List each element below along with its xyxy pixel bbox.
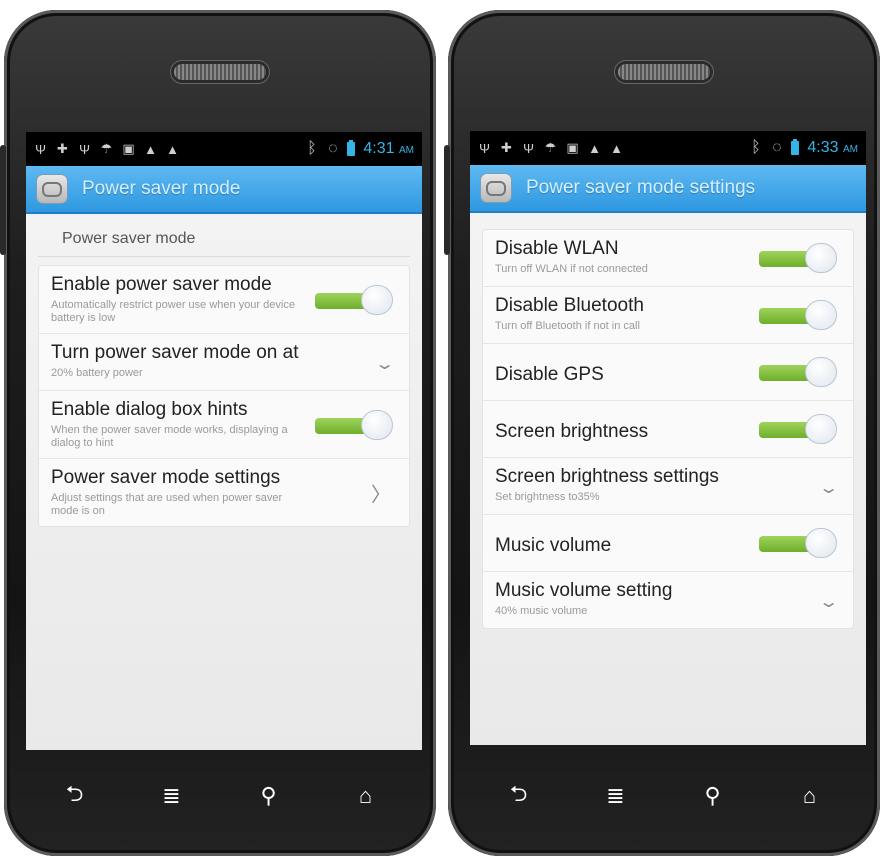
status-bar: Ψ ✚ Ψ ☂ ▣ ▲ ▲ ᛒ ◌ 4:33 AM xyxy=(470,131,866,165)
setting-power-saver-settings[interactable]: Power saver mode settings Adjust setting… xyxy=(39,459,409,526)
setting-summary: Adjust settings that are used when power… xyxy=(51,492,283,517)
usb-icon: Ψ xyxy=(35,141,46,157)
side-button xyxy=(0,145,6,255)
home-icon[interactable]: ⌂ xyxy=(346,783,386,809)
chevron-right-icon[interactable]: 〉 xyxy=(371,478,391,507)
bluetooth-icon: ᛒ xyxy=(307,140,317,157)
menu-icon[interactable]: ≣ xyxy=(596,783,636,809)
action-bar: Power saver mode settings xyxy=(470,165,866,213)
setting-summary: Turn off WLAN if not connected xyxy=(495,263,648,275)
image-icon: ▣ xyxy=(122,141,135,156)
warning-icon: ▲ xyxy=(610,140,623,156)
setting-music-volume[interactable]: Music volume xyxy=(483,515,853,572)
usb-icon: Ψ xyxy=(523,140,534,156)
setting-summary: Set brightness to35% xyxy=(495,491,600,503)
phone-right: Ψ ✚ Ψ ☂ ▣ ▲ ▲ ᛒ ◌ 4:33 AM Power saver mo… xyxy=(444,10,880,856)
toggle-switch[interactable] xyxy=(315,409,393,440)
settings-content: Disable WLAN Turn off WLAN if not connec… xyxy=(470,215,866,745)
setting-title: Power saver mode settings xyxy=(51,467,281,488)
toggle-switch[interactable] xyxy=(759,414,837,444)
page-title: Power saver mode xyxy=(82,178,241,199)
usb-icon: Ψ xyxy=(479,140,490,156)
setting-title: Turn power saver mode on at xyxy=(51,342,299,363)
setting-disable-bluetooth[interactable]: Disable Bluetooth Turn off Bluetooth if … xyxy=(483,287,853,344)
toggle-switch[interactable] xyxy=(315,284,393,315)
warning-icon: ▲ xyxy=(144,141,157,157)
screen-right: Ψ ✚ Ψ ☂ ▣ ▲ ▲ ᛒ ◌ 4:33 AM Power saver mo… xyxy=(470,131,866,745)
warning-icon: ▲ xyxy=(166,141,179,157)
phone-left: Ψ ✚ Ψ ☂ ▣ ▲ ▲ ᛒ ◌ 4:31 AM Power saver mo… xyxy=(0,10,436,856)
setting-music-volume-setting[interactable]: Music volume setting 40% music volume ⌄ xyxy=(483,572,853,628)
setting-title: Music volume setting xyxy=(495,580,673,601)
setting-disable-gps[interactable]: Disable GPS xyxy=(483,344,853,401)
usb-icon: Ψ xyxy=(79,141,90,157)
toggle-switch[interactable] xyxy=(759,243,837,273)
setting-summary: 40% music volume xyxy=(495,605,588,617)
back-icon[interactable]: ⮌ xyxy=(499,777,539,815)
toggle-switch[interactable] xyxy=(759,300,837,330)
screen-left: Ψ ✚ Ψ ☂ ▣ ▲ ▲ ᛒ ◌ 4:31 AM Power saver mo… xyxy=(26,132,422,750)
action-bar: Power saver mode xyxy=(26,166,422,214)
nav-bar: ⮌ ≣ ⚲ ⌂ xyxy=(26,768,414,824)
search-icon[interactable]: ⚲ xyxy=(249,783,289,809)
toggle-switch[interactable] xyxy=(759,528,837,558)
rotate-icon: ◌ xyxy=(772,139,782,156)
status-time: 4:33 AM xyxy=(807,139,858,156)
power-saver-app-icon[interactable] xyxy=(480,173,512,203)
status-bar: Ψ ✚ Ψ ☂ ▣ ▲ ▲ ᛒ ◌ 4:31 AM xyxy=(26,132,422,166)
power-saver-app-icon[interactable] xyxy=(36,174,68,204)
bluetooth-icon: ᛒ xyxy=(751,139,761,156)
setting-summary: When the power saver mode works, display… xyxy=(51,424,288,449)
setting-summary: Automatically restrict power use when yo… xyxy=(51,299,295,324)
setting-summary: 20% battery power xyxy=(51,367,143,379)
wifi-icon: ☂ xyxy=(100,141,113,156)
wifi-icon: ☂ xyxy=(544,140,557,155)
home-icon[interactable]: ⌂ xyxy=(790,783,830,809)
setting-disable-wlan[interactable]: Disable WLAN Turn off WLAN if not connec… xyxy=(483,230,853,287)
status-time: 4:31 AM xyxy=(363,140,414,157)
toggle-switch[interactable] xyxy=(759,357,837,387)
settings-list: Enable power saver mode Automatically re… xyxy=(38,265,410,527)
chevron-down-icon[interactable]: ⌄ xyxy=(818,592,839,612)
android-debug-icon: ✚ xyxy=(501,140,512,155)
speaker-grille xyxy=(174,64,266,80)
nav-bar: ⮌ ≣ ⚲ ⌂ xyxy=(470,768,858,824)
setting-enable-power-saver[interactable]: Enable power saver mode Automatically re… xyxy=(39,266,409,334)
android-debug-icon: ✚ xyxy=(57,141,68,156)
settings-list: Disable WLAN Turn off WLAN if not connec… xyxy=(482,229,854,629)
setting-turn-on-at[interactable]: Turn power saver mode on at 20% battery … xyxy=(39,334,409,391)
setting-title: Screen brightness settings xyxy=(495,466,719,487)
setting-screen-brightness-settings[interactable]: Screen brightness settings Set brightnes… xyxy=(483,458,853,515)
menu-icon[interactable]: ≣ xyxy=(152,783,192,809)
battery-icon xyxy=(347,140,356,156)
side-button xyxy=(444,145,450,255)
chevron-down-icon[interactable]: ⌄ xyxy=(374,354,395,374)
setting-summary: Turn off Bluetooth if not in call xyxy=(495,320,640,332)
rotate-icon: ◌ xyxy=(328,140,338,157)
warning-icon: ▲ xyxy=(588,140,601,156)
setting-dialog-hints[interactable]: Enable dialog box hints When the power s… xyxy=(39,391,409,459)
settings-content: Power saver mode Enable power saver mode… xyxy=(26,216,422,750)
page-title: Power saver mode settings xyxy=(526,177,756,198)
speaker-grille xyxy=(618,64,710,80)
chevron-down-icon[interactable]: ⌄ xyxy=(818,478,839,498)
search-icon[interactable]: ⚲ xyxy=(693,783,733,809)
back-icon[interactable]: ⮌ xyxy=(55,777,95,815)
section-title: Power saver mode xyxy=(38,216,410,257)
setting-screen-brightness[interactable]: Screen brightness xyxy=(483,401,853,458)
battery-icon xyxy=(791,139,800,155)
image-icon: ▣ xyxy=(566,140,579,155)
